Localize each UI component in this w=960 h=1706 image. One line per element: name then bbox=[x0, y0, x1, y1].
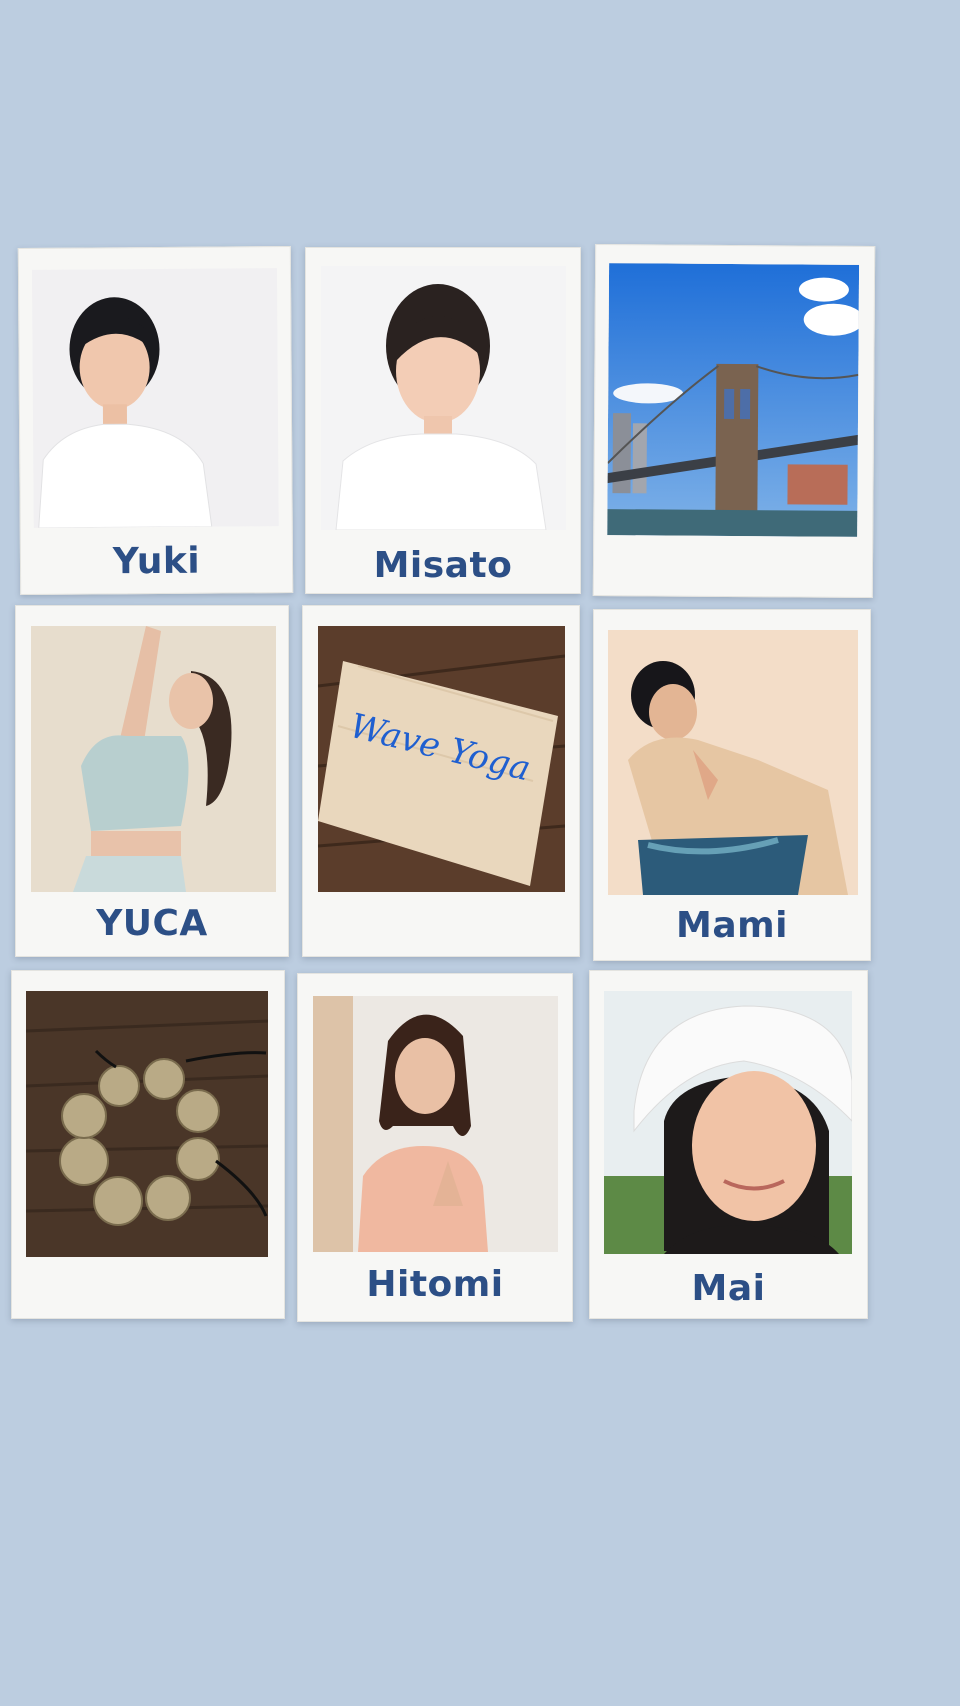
card-cymbals bbox=[11, 970, 285, 1319]
card-name-label: YUCA bbox=[96, 903, 208, 944]
card-hitomi: Hitomi bbox=[297, 973, 573, 1322]
tingsha-cymbals-icon bbox=[26, 991, 268, 1257]
card-bridge bbox=[592, 244, 876, 598]
card-yuca: YUCA bbox=[15, 605, 289, 957]
card-yuki: Yuki bbox=[17, 246, 294, 595]
misato-photo bbox=[321, 266, 566, 530]
card-mai: Mai bbox=[589, 970, 868, 1319]
card-misato: Misato bbox=[305, 247, 581, 594]
hitomi-photo bbox=[313, 996, 558, 1252]
card-mami: Mami bbox=[593, 609, 871, 961]
wave-yoga-sign-icon: Wave Yoga bbox=[318, 626, 565, 892]
card-name-label: Yuki bbox=[112, 540, 201, 583]
bridge-photo-icon bbox=[607, 263, 860, 537]
yuki-photo bbox=[31, 268, 279, 528]
yuca-photo bbox=[31, 626, 276, 892]
card-name-label: Misato bbox=[373, 545, 513, 586]
card-name-label: Mami bbox=[676, 905, 788, 946]
card-wave-yoga: Wave Yoga bbox=[302, 605, 580, 957]
card-name-label: Hitomi bbox=[366, 1264, 504, 1305]
card-name-label: Mai bbox=[691, 1268, 766, 1309]
mami-photo bbox=[608, 630, 858, 895]
mai-photo bbox=[604, 991, 852, 1254]
